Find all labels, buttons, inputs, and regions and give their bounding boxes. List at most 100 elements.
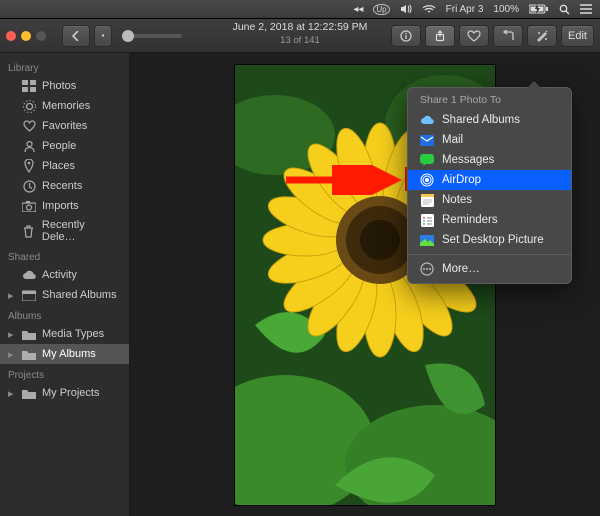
share-item-label: AirDrop (442, 174, 481, 186)
menubar-upwork-icon[interactable]: Up (373, 4, 389, 15)
mail-icon (420, 133, 434, 147)
share-popover: Share 1 Photo To Shared Albums Mail Messag… (407, 87, 572, 284)
rotate-button[interactable] (493, 25, 523, 47)
folder-icon (22, 347, 36, 361)
sidebar-header: Albums (0, 305, 129, 324)
share-item-label: Messages (442, 154, 494, 166)
pin-icon (22, 159, 36, 173)
camera-icon (22, 199, 36, 213)
sidebar-item-label: Activity (42, 269, 77, 281)
share-item-label: Shared Albums (442, 114, 520, 126)
desktop-icon (420, 233, 434, 247)
heart-icon (22, 119, 36, 133)
favorite-button[interactable] (459, 25, 489, 47)
info-button[interactable] (391, 25, 421, 47)
sidebar-item-label: Memories (42, 100, 90, 112)
zoom-slider[interactable] (122, 34, 182, 38)
sidebar-item-recents[interactable]: Recents (0, 176, 129, 196)
share-item-notes[interactable]: Notes (408, 190, 571, 210)
share-item-reminders[interactable]: Reminders (408, 210, 571, 230)
more-icon (420, 262, 434, 276)
sidebar-item-label: Recents (42, 180, 82, 192)
sidebar-item-label: My Projects (42, 387, 99, 399)
sidebar-item-label: Imports (42, 200, 79, 212)
shared-icon (22, 288, 36, 302)
edit-button[interactable]: Edit (561, 25, 594, 47)
share-item-label: Reminders (442, 214, 498, 226)
popover-separator (408, 254, 571, 255)
share-item-set-desktop-picture[interactable]: Set Desktop Picture (408, 230, 571, 250)
sidebar-item-my-projects[interactable]: ▸ My Projects (0, 383, 129, 403)
sidebar-item-media-types[interactable]: ▸ Media Types (0, 324, 129, 344)
sidebar-item-photos[interactable]: Photos (0, 76, 129, 96)
share-item-more[interactable]: More… (408, 259, 571, 279)
sidebar-item-places[interactable]: Places (0, 156, 129, 176)
share-popover-title: Share 1 Photo To (408, 92, 571, 110)
sidebar-item-label: Photos (42, 80, 76, 92)
notes-icon (420, 193, 434, 207)
photos-icon (22, 79, 36, 93)
menubar-hamburger-icon[interactable] (580, 4, 592, 14)
sidebar-item-imports[interactable]: Imports (0, 196, 129, 216)
disclosure-triangle-icon[interactable]: ▸ (8, 289, 16, 302)
photos-window: ▪ June 2, 2018 at 12:22:59 PM 13 of 141 … (0, 18, 600, 516)
back-button[interactable] (62, 25, 90, 47)
share-item-label: Set Desktop Picture (442, 234, 544, 246)
sidebar-item-recently-dele[interactable]: Recently Dele… (0, 216, 129, 246)
menubar-volume-icon[interactable] (400, 4, 412, 14)
reminders-icon (420, 213, 434, 227)
disclosure-triangle-icon[interactable]: ▸ (8, 348, 16, 361)
sidebar-header: Library (0, 57, 129, 76)
sidebar-item-label: Places (42, 160, 75, 172)
sidebar-header: Shared (0, 246, 129, 265)
sidebar-item-favorites[interactable]: Favorites (0, 116, 129, 136)
sidebar-item-people[interactable]: People (0, 136, 129, 156)
share-item-label: More… (442, 263, 480, 275)
zoom-out-button[interactable]: ▪ (94, 25, 112, 47)
sidebar-item-label: Media Types (42, 328, 104, 340)
share-item-shared-albums[interactable]: Shared Albums (408, 110, 571, 130)
menubar-search-icon[interactable] (559, 4, 570, 15)
clock-icon (22, 179, 36, 193)
share-item-label: Mail (442, 134, 463, 146)
sidebar-item-activity[interactable]: Activity (0, 265, 129, 285)
sidebar-item-label: People (42, 140, 76, 152)
disclosure-triangle-icon[interactable]: ▸ (8, 328, 16, 341)
sidebar: Library Photos Memories Favorites People Plac… (0, 53, 130, 516)
share-button[interactable] (425, 25, 455, 47)
window-controls (6, 31, 46, 41)
people-icon (22, 139, 36, 153)
sidebar-item-shared-albums[interactable]: ▸ Shared Albums (0, 285, 129, 305)
macos-menubar: ◂◂ Up Fri Apr 3 100% (0, 0, 600, 18)
share-item-airdrop[interactable]: AirDrop (408, 170, 571, 190)
menubar-wifi-icon[interactable] (422, 4, 436, 14)
share-item-mail[interactable]: Mail (408, 130, 571, 150)
close-button[interactable] (6, 31, 16, 41)
cloud-color-icon (420, 113, 434, 127)
menubar-prev-icon[interactable]: ◂◂ (353, 4, 363, 15)
minimize-button[interactable] (21, 31, 31, 41)
window-toolbar: ▪ June 2, 2018 at 12:22:59 PM 13 of 141 … (0, 19, 600, 53)
popover-caret-icon (527, 81, 541, 88)
sidebar-item-memories[interactable]: Memories (0, 96, 129, 116)
sidebar-item-label: Recently Dele… (42, 219, 121, 243)
cloud-icon (22, 268, 36, 282)
disclosure-triangle-icon[interactable]: ▸ (8, 387, 16, 400)
photo-counter: 13 of 141 (233, 34, 368, 47)
airdrop-icon (420, 173, 434, 187)
title-area: June 2, 2018 at 12:22:59 PM 13 of 141 (233, 21, 368, 47)
sidebar-item-my-albums[interactable]: ▸ My Albums (0, 344, 129, 364)
maximize-button[interactable] (36, 31, 46, 41)
enhance-button[interactable] (527, 25, 557, 47)
sidebar-item-label: Favorites (42, 120, 87, 132)
share-item-messages[interactable]: Messages (408, 150, 571, 170)
menubar-battery-icon (529, 4, 549, 14)
folder-icon (22, 386, 36, 400)
sidebar-header: Projects (0, 364, 129, 383)
share-item-label: Notes (442, 194, 472, 206)
menubar-time[interactable]: Fri Apr 3 (446, 4, 484, 15)
sidebar-item-label: My Albums (42, 348, 96, 360)
messages-icon (420, 153, 434, 167)
trash-icon (22, 224, 36, 238)
sidebar-item-label: Shared Albums (42, 289, 117, 301)
